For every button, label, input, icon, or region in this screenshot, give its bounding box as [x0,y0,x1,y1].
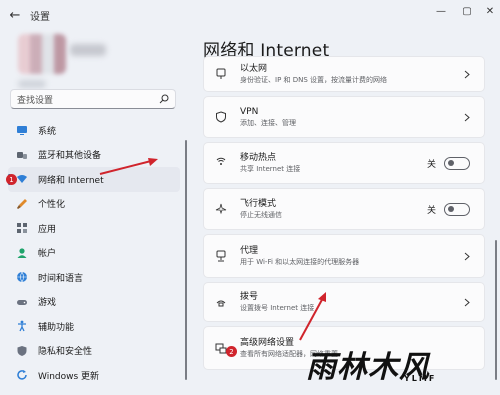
arrow-to-network-icon [99,158,158,175]
watermark-subtext: YLMF [404,374,437,383]
annotation-arrows [99,158,326,341]
arrow-to-advanced-icon [299,292,326,341]
watermark-logo: 雨林木风 YLMF [300,340,498,395]
